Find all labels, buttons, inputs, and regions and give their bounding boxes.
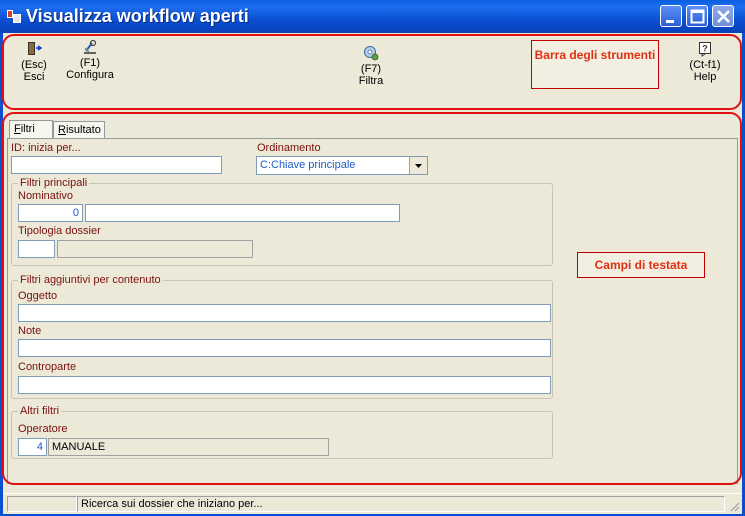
- window-title: Visualizza workflow aperti: [26, 6, 249, 26]
- close-icon: [717, 10, 730, 23]
- maximize-button[interactable]: [686, 5, 708, 27]
- status-cell-left: [7, 496, 77, 512]
- status-bar: Ricerca sui dossier che iniziano per...: [3, 493, 742, 514]
- minimize-icon: [666, 20, 674, 23]
- close-button[interactable]: [712, 5, 734, 27]
- app-icon: [7, 10, 21, 23]
- toolbar-highlight-frame: [2, 34, 742, 110]
- resize-grip-icon[interactable]: [728, 500, 740, 512]
- header-fields-highlight-frame: [2, 112, 742, 485]
- maximize-icon: [690, 9, 705, 24]
- status-message: Ricerca sui dossier che iniziano per...: [77, 496, 725, 512]
- minimize-button[interactable]: [660, 5, 682, 27]
- title-bar: Visualizza workflow aperti: [0, 0, 745, 33]
